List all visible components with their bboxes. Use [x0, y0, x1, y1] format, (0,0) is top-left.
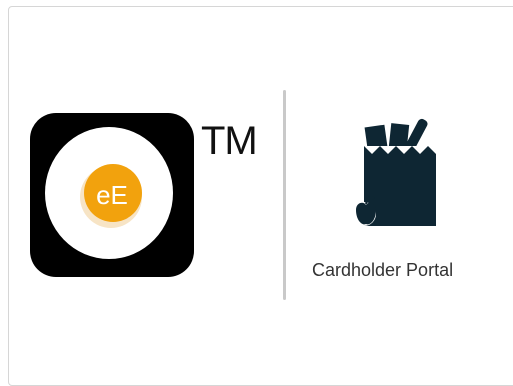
- trademark-mark: TM: [201, 119, 258, 163]
- cardholder-portal-link[interactable]: [352, 112, 442, 232]
- grocery-bag-icon: [352, 118, 436, 226]
- ebt-edge-logo: eE: [30, 113, 194, 277]
- divider: [283, 90, 286, 300]
- egg-logo-icon: eE: [30, 113, 194, 277]
- logo-text: eE: [96, 180, 128, 210]
- cardholder-portal-label[interactable]: Cardholder Portal: [312, 259, 453, 281]
